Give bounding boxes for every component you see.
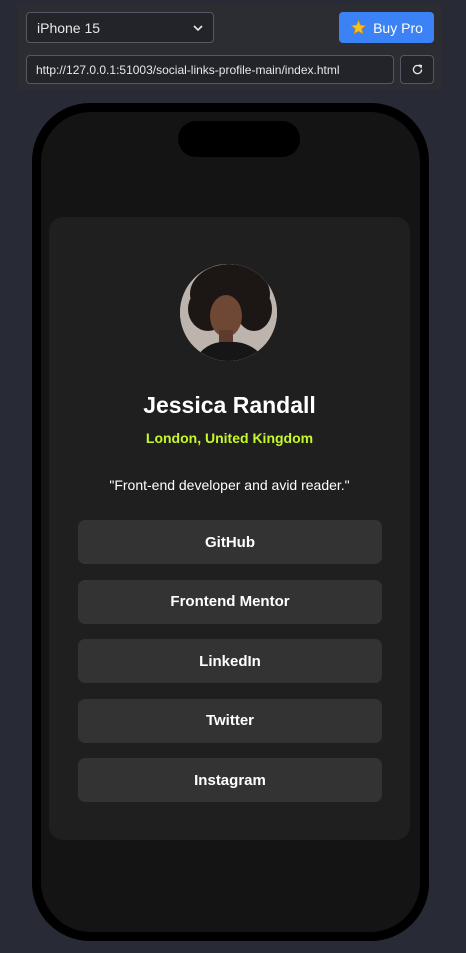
chevron-down-icon — [193, 24, 203, 31]
reload-icon — [412, 64, 422, 75]
link-twitter[interactable]: Twitter — [78, 698, 382, 743]
link-instagram[interactable]: Instagram — [78, 758, 382, 802]
star-icon — [350, 19, 367, 35]
link-github[interactable]: GitHub — [78, 520, 382, 564]
phone-frame: Jessica Randall London, United Kingdom "… — [32, 103, 429, 941]
url-input[interactable]: http://127.0.0.1:51003/social-links-prof… — [26, 55, 394, 84]
dynamic-island — [178, 121, 300, 157]
buy-pro-label: Buy Pro — [373, 19, 423, 36]
link-linkedin[interactable]: LinkedIn — [78, 639, 382, 683]
profile-location: London, United Kingdom — [145, 430, 314, 446]
avatar-portrait — [180, 264, 277, 361]
url-text: http://127.0.0.1:51003/social-links-prof… — [36, 62, 340, 77]
profile-name: Jessica Randall — [143, 392, 316, 418]
buy-pro-button[interactable]: Buy Pro — [339, 12, 434, 43]
device-select[interactable]: iPhone 15 — [26, 12, 214, 43]
link-frontend-mentor[interactable]: Frontend Mentor — [78, 579, 382, 624]
profile-bio: "Front-end developer and avid reader." — [109, 477, 350, 493]
profile-card: Jessica Randall London, United Kingdom "… — [49, 217, 410, 840]
avatar — [180, 264, 277, 361]
phone-screen: Jessica Randall London, United Kingdom "… — [41, 112, 420, 932]
device-select-value: iPhone 15 — [37, 19, 101, 36]
reload-button[interactable] — [400, 55, 434, 84]
social-links: GitHub Frontend Mentor LinkedIn Twitter … — [78, 520, 382, 818]
